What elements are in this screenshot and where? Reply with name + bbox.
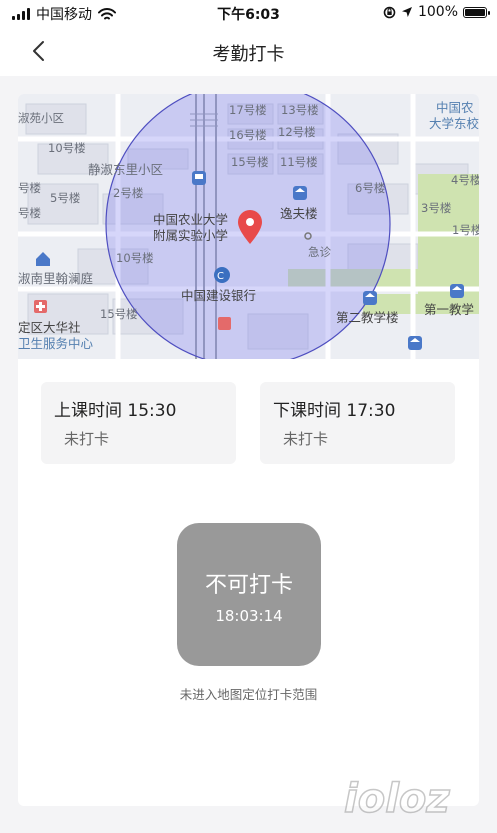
punch-button-label: 不可打卡 [204, 573, 293, 598]
map-label: 13号楼 [281, 103, 319, 117]
map-label: 第一教学 [424, 302, 474, 317]
map-label: 定区大华社 [18, 320, 81, 335]
end-shift-status: 未打卡 [283, 430, 329, 448]
map-label: 附属实验小学 [153, 228, 228, 243]
battery-icon [463, 6, 490, 18]
school-icon [408, 336, 422, 350]
map-label: 急诊 [308, 245, 331, 259]
map-label: 中国建设银行 [181, 288, 256, 303]
map-label: 1号楼 [452, 223, 479, 237]
map-label: 2号楼 [113, 186, 144, 200]
map-label: 12号楼 [278, 125, 316, 139]
punch-button[interactable]: 不可打卡 18:03:14 [177, 523, 321, 666]
map-label: 卫生服务中心 [18, 336, 94, 351]
map-label: 中国农业大学 [153, 212, 228, 227]
map-label: 10号楼 [116, 251, 154, 265]
map-label: 淑苑小区 [18, 111, 64, 125]
page-title: 考勤打卡 [212, 44, 285, 65]
school-icon [363, 291, 377, 305]
start-shift-status: 未打卡 [64, 430, 110, 448]
nav-bar: 考勤打卡 [0, 26, 497, 76]
school-icon [293, 186, 307, 200]
map-label: 11号楼 [280, 155, 318, 169]
start-shift-time: 上课时间 15:30 [54, 401, 177, 421]
service-icon [218, 317, 231, 330]
attendance-card: 淑苑小区 17号楼 13号楼 中国农 大学东校 10号楼 16号楼 12号楼 静… [18, 94, 479, 806]
start-shift-card[interactable]: 上课时间 15:30 未打卡 [41, 382, 236, 464]
map-label: 大学东校 [429, 116, 479, 131]
location-arrow-icon [401, 7, 412, 17]
status-right: 100% [383, 4, 490, 20]
map-label: 中国农 [436, 100, 474, 115]
orientation-lock-icon [383, 6, 396, 18]
status-bar: 中国移动 下午6:03 100% [0, 0, 497, 26]
punch-current-time: 18:03:14 [215, 607, 283, 625]
map-label: 17号楼 [229, 103, 267, 117]
map-label: 3号楼 [421, 201, 452, 215]
bank-icon: C [214, 267, 230, 283]
hospital-icon [34, 300, 47, 313]
map-label: 号楼 [18, 181, 41, 195]
map-label: 10号楼 [48, 141, 86, 155]
map-label: 4号楼 [451, 173, 479, 187]
school-icon [450, 284, 464, 298]
map-label: 6号楼 [355, 181, 386, 195]
svg-text:C: C [217, 271, 224, 282]
map-label: 15号楼 [100, 307, 138, 321]
bus-stop-icon [192, 171, 206, 185]
map-label: 15号楼 [231, 155, 269, 169]
battery-percent: 100% [417, 4, 458, 20]
watermark-text: ioloz [344, 776, 450, 822]
map-label: 号楼 [18, 206, 41, 220]
map-label: 5号楼 [50, 191, 81, 205]
punch-hint: 未进入地图定位打卡范围 [179, 687, 318, 702]
map-label: 第二教学楼 [336, 310, 399, 325]
location-map[interactable]: 淑苑小区 17号楼 13号楼 中国农 大学东校 10号楼 16号楼 12号楼 静… [18, 94, 479, 359]
map-label: 静淑东里小区 [88, 162, 163, 177]
end-shift-time: 下课时间 17:30 [273, 401, 396, 421]
end-shift-card[interactable]: 下课时间 17:30 未打卡 [260, 382, 455, 464]
map-label: 逸夫楼 [280, 206, 318, 221]
watermark-logo: ioloz [343, 775, 451, 823]
map-label: 16号楼 [229, 128, 267, 142]
map-label: 淑南里翰澜庭 [18, 271, 94, 286]
